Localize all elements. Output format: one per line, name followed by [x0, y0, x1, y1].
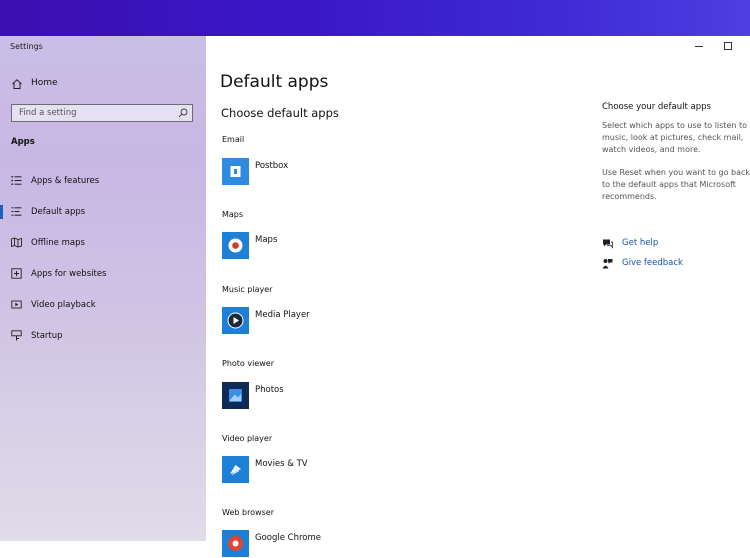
feedback-icon [602, 259, 613, 269]
desktop-background [0, 0, 750, 36]
app-name: Photos [255, 385, 284, 395]
sidebar-item-apps-features[interactable]: Apps & features [0, 171, 206, 191]
sidebar: Settings Home Apps Apps & features [0, 36, 206, 541]
window-title: Settings [10, 42, 43, 51]
minimize-icon[interactable] [692, 40, 706, 52]
nav-home[interactable]: Home [0, 76, 206, 92]
help-panel-title: Choose your default apps [602, 102, 711, 112]
media-player-icon [222, 307, 249, 334]
search-input[interactable] [12, 105, 179, 121]
help-panel-text: Use Reset when you want to go back to th… [602, 168, 750, 201]
sidebar-item-offline-maps[interactable]: Offline maps [0, 233, 206, 253]
chrome-icon [222, 530, 249, 557]
maps-icon [222, 232, 249, 259]
sidebar-item-default-apps[interactable]: Default apps [0, 202, 206, 222]
default-app-email[interactable]: Postbox [222, 158, 442, 186]
selected-indicator [0, 205, 3, 219]
category-label-music-player: Music player [222, 285, 273, 294]
sidebar-item-label: Default apps [31, 207, 86, 217]
sidebar-item-startup[interactable]: Startup [0, 326, 206, 346]
map-icon [11, 237, 22, 248]
default-app-photo-viewer[interactable]: Photos [222, 382, 442, 410]
search-box[interactable] [11, 104, 193, 122]
page-title: Default apps [220, 72, 329, 92]
default-app-web-browser[interactable]: Google Chrome [222, 530, 442, 558]
home-icon [12, 79, 22, 89]
search-icon[interactable] [178, 108, 188, 118]
sidebar-item-label: Apps & features [31, 176, 100, 186]
sidebar-item-label: Startup [31, 331, 63, 341]
app-name: Maps [255, 235, 278, 245]
help-panel: Choose your default apps Select which ap… [602, 102, 750, 214]
default-app-video-player[interactable]: Movies & TV [222, 456, 442, 484]
category-label-email: Email [222, 135, 245, 144]
get-help-label: Get help [622, 238, 659, 248]
maximize-icon[interactable] [721, 40, 735, 52]
sidebar-item-apps-for-websites[interactable]: Apps for websites [0, 264, 206, 284]
app-name: Google Chrome [255, 533, 322, 543]
startup-icon [11, 330, 22, 341]
photos-icon [222, 382, 249, 409]
main-content: Default apps Choose default apps Email P… [206, 36, 750, 557]
category-label-video-player: Video player [222, 434, 273, 443]
sidebar-item-label: Offline maps [31, 238, 85, 248]
postbox-icon [222, 158, 249, 185]
app-name: Postbox [255, 161, 289, 171]
web-app-icon [11, 268, 22, 279]
sidebar-item-label: Video playback [31, 300, 96, 310]
list-icon [11, 176, 22, 185]
give-feedback-link[interactable]: Give feedback [602, 257, 750, 271]
nav-home-label: Home [31, 78, 58, 88]
chat-help-icon [603, 239, 613, 249]
app-name: Movies & TV [255, 459, 308, 469]
settings-window: Settings Home Apps Apps & features [0, 36, 750, 557]
sidebar-item-video-playback[interactable]: Video playback [0, 295, 206, 315]
app-name: Media Player [255, 310, 310, 320]
give-feedback-label: Give feedback [622, 258, 683, 268]
category-label-web-browser: Web browser [222, 508, 274, 517]
default-app-music-player[interactable]: Media Player [222, 307, 442, 335]
sidebar-item-label: Apps for websites [31, 269, 107, 279]
get-help-link[interactable]: Get help [602, 237, 750, 251]
video-icon [11, 300, 22, 309]
defaults-icon [11, 207, 22, 216]
help-panel-text: Select which apps to use to listen to mu… [602, 121, 748, 154]
section-title: Apps [11, 137, 35, 147]
section-heading: Choose default apps [221, 106, 339, 120]
category-label-maps: Maps [222, 210, 244, 219]
movies-tv-icon [222, 456, 249, 483]
category-label-photo-viewer: Photo viewer [222, 359, 274, 368]
default-app-maps[interactable]: Maps [222, 232, 442, 260]
